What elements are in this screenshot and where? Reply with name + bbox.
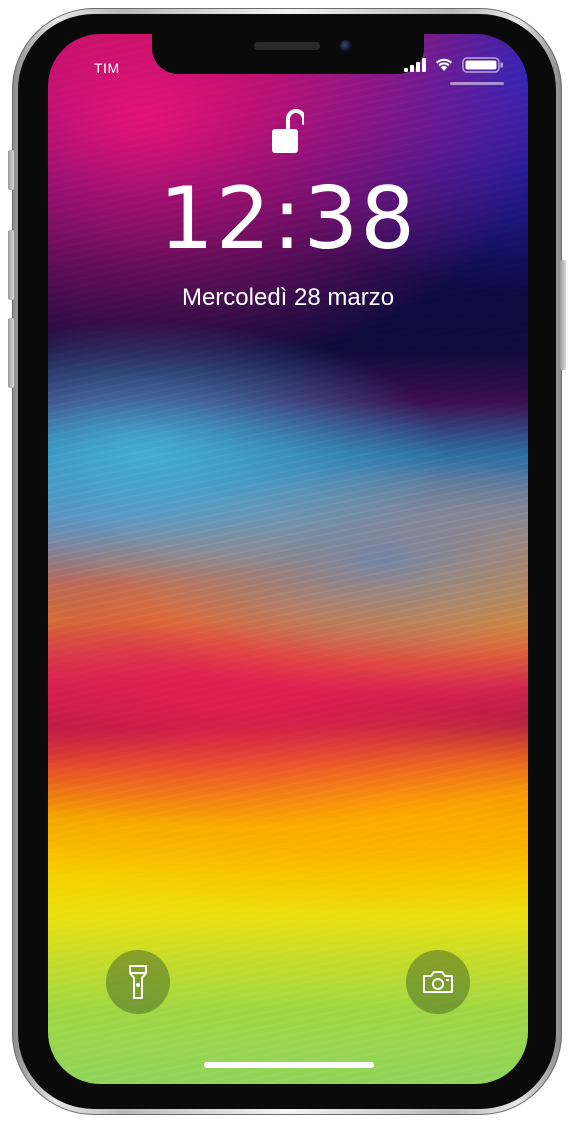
notch xyxy=(152,34,424,74)
volume-up-button xyxy=(8,230,14,300)
camera-button[interactable] xyxy=(406,950,470,1014)
volume-down-button xyxy=(8,318,14,388)
status-indicators xyxy=(394,56,504,74)
flashlight-button[interactable] xyxy=(106,950,170,1014)
lock-screen-date: Mercoledì 28 marzo xyxy=(181,284,395,311)
home-indicator[interactable] xyxy=(204,1062,374,1068)
speaker-grille xyxy=(254,42,320,50)
lock-screen: TIM 12:38 Mercoledì 28 marzo xyxy=(48,34,528,1084)
unlocked-padlock-icon xyxy=(272,109,304,153)
control-center-indicator[interactable] xyxy=(450,82,504,85)
camera-icon xyxy=(423,971,453,993)
cellular-signal-icon xyxy=(404,58,426,72)
flashlight-icon xyxy=(129,965,147,999)
wifi-icon xyxy=(436,58,452,71)
battery-icon xyxy=(462,57,503,73)
carrier-name: TIM xyxy=(94,60,120,76)
side-button xyxy=(560,260,566,370)
front-camera xyxy=(340,40,352,52)
silent-switch xyxy=(8,150,14,190)
lock-screen-time: 12:38 xyxy=(159,169,417,269)
